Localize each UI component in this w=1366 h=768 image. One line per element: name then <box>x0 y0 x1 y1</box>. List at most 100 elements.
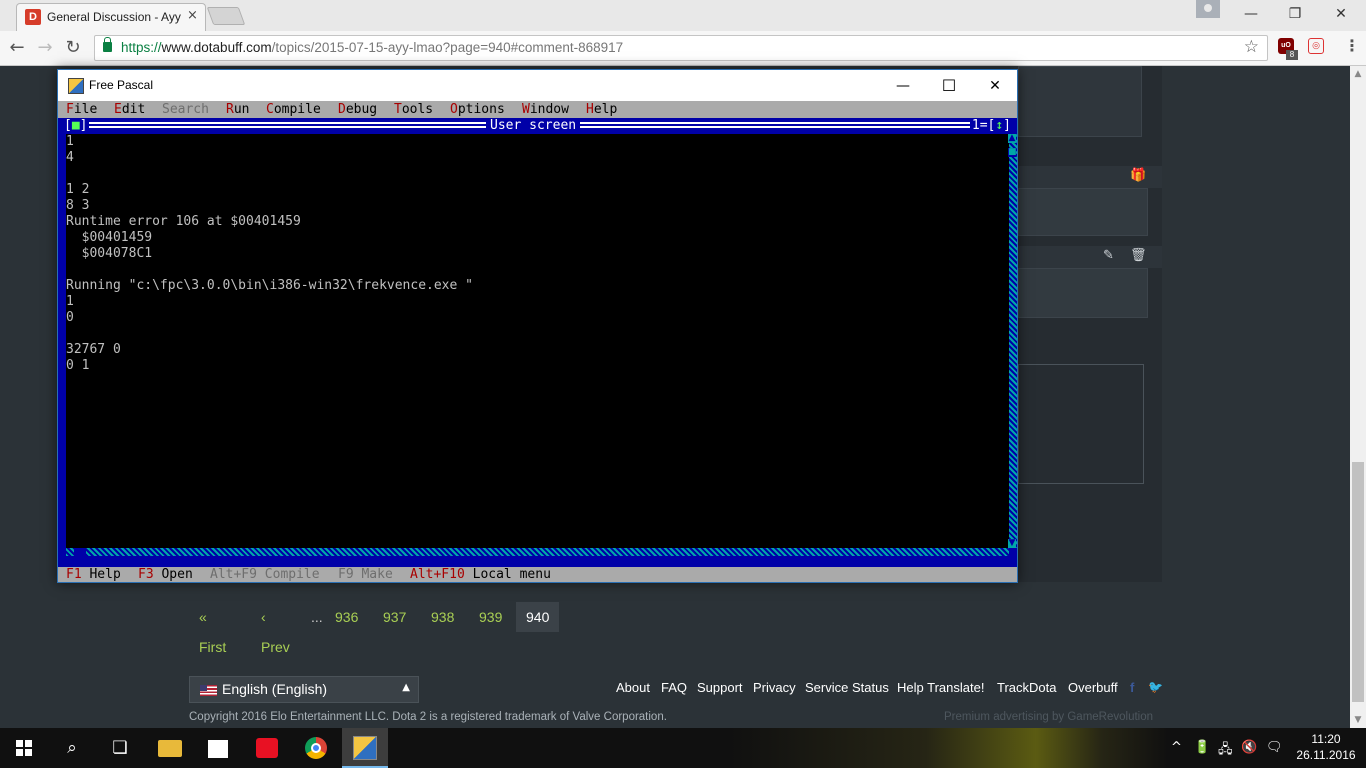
fp-scroll-up-icon[interactable]: ▲ <box>1008 134 1016 143</box>
fp-horizontal-scrollbar[interactable] <box>66 548 1009 556</box>
facebook-icon[interactable]: f <box>1130 680 1134 695</box>
fp-menu-window[interactable]: Window <box>522 102 569 118</box>
fp-maximize-button[interactable]: ☐ <box>926 74 972 98</box>
new-tab-button[interactable] <box>206 7 246 25</box>
bookmark-star-icon[interactable]: ☆ <box>1244 37 1259 57</box>
status-help[interactable]: F1 Help <box>66 567 121 583</box>
edit-icon[interactable]: ✎ <box>1103 248 1114 263</box>
language-select[interactable]: English (English) ▲ <box>189 676 419 703</box>
user-screen-output: 141 28 3 Runtime error 106 at $00401459 $… <box>66 134 1009 548</box>
clock-time: 11:20 <box>1311 732 1341 746</box>
chevron-up-icon: ▲ <box>402 682 410 693</box>
page-link-938[interactable]: 938 <box>422 602 463 632</box>
chrome-icon[interactable] <box>305 737 327 759</box>
fp-menu-debug[interactable]: Debug <box>338 102 377 118</box>
output-line: 32767 0 <box>66 342 121 357</box>
notifications-icon[interactable]: 🗨 <box>1266 740 1283 755</box>
scroll-down-arrow-icon[interactable]: ▼ <box>1350 712 1366 728</box>
page-first-link[interactable]: « First <box>190 602 235 655</box>
system-clock[interactable]: 11:20 26.11.2016 <box>1296 731 1356 763</box>
footer-link-overbuff[interactable]: Overbuff <box>1068 680 1118 695</box>
tab-title: General Discussion - Ayy <box>47 10 181 24</box>
page-scrollbar[interactable]: ▲ ▼ <box>1350 66 1366 728</box>
fp-menu-edit[interactable]: Edit <box>114 102 145 118</box>
store-icon[interactable] <box>208 740 228 758</box>
reload-button[interactable]: ↻ <box>62 37 84 59</box>
free-pascal-taskbar-icon[interactable] <box>353 736 377 760</box>
free-pascal-window: Free Pascal — ☐ ✕ File Edit Search Run C… <box>57 69 1018 583</box>
trash-icon[interactable]: 🗑 <box>1130 248 1147 263</box>
scroll-thumb[interactable] <box>1352 462 1364 702</box>
network-icon[interactable]: 🖧 <box>1218 740 1233 762</box>
status-local-menu[interactable]: Alt+F10 Local menu <box>410 567 551 583</box>
footer-link-service-status[interactable]: Service Status <box>805 680 889 695</box>
scroll-up-arrow-icon[interactable]: ▲ <box>1350 66 1366 82</box>
battery-icon[interactable]: 🔋 <box>1194 740 1210 755</box>
user-screen-frame: [■] User screen 1=[↕] <box>58 118 1017 134</box>
task-view-icon[interactable]: ❏ <box>108 736 132 760</box>
windows-start-icon[interactable] <box>16 740 32 756</box>
fp-titlebar[interactable]: Free Pascal — ☐ ✕ <box>58 70 1017 101</box>
reply-textarea[interactable] <box>1018 364 1144 484</box>
tray-chevron-up-icon[interactable]: ^ <box>1171 740 1182 755</box>
page-prev-link[interactable]: ‹ Prev <box>252 602 299 655</box>
fp-menu-search[interactable]: Search <box>162 102 209 118</box>
extension-icon[interactable]: ◎ <box>1308 38 1324 54</box>
taskbar-background <box>728 728 1168 768</box>
content-box <box>1018 66 1142 137</box>
twitter-icon[interactable]: 🐦 <box>1148 680 1163 694</box>
status-compile[interactable]: Alt+F9 Compile <box>210 567 320 583</box>
fp-menu-options[interactable]: Options <box>450 102 505 118</box>
status-make[interactable]: F9 Make <box>338 567 393 583</box>
browser-minimize-button[interactable]: — <box>1236 3 1266 25</box>
fp-window-number[interactable]: 1=[↕] <box>969 118 1013 134</box>
browser-tab[interactable]: D General Discussion - Ayy × <box>16 3 206 31</box>
footer-link-faq[interactable]: FAQ <box>661 680 687 695</box>
page-link-937[interactable]: 937 <box>374 602 415 632</box>
browser-restore-button[interactable]: ❐ <box>1280 3 1310 25</box>
volume-muted-icon[interactable]: 🔇 <box>1241 740 1257 755</box>
user-screen-title: User screen <box>486 118 581 134</box>
fp-menu-tools[interactable]: Tools <box>394 102 433 118</box>
sidebar-column <box>1018 66 1162 582</box>
tab-close-icon[interactable]: × <box>187 8 198 23</box>
file-explorer-icon[interactable] <box>158 740 182 757</box>
fp-menu-file[interactable]: File <box>66 102 97 118</box>
output-line: 0 1 <box>66 358 90 373</box>
status-open[interactable]: F3 Open <box>138 567 193 583</box>
output-line: $00401459 <box>66 230 153 245</box>
page-link-939[interactable]: 939 <box>470 602 511 632</box>
search-icon[interactable]: ⌕ <box>60 736 84 760</box>
footer-link-help-translate[interactable]: Help Translate! <box>897 680 984 695</box>
fp-minimize-button[interactable]: — <box>880 74 926 98</box>
address-bar[interactable]: https://www.dotabuff.com/topics/2015-07-… <box>94 35 1268 61</box>
browser-close-button[interactable]: ✕ <box>1326 3 1356 25</box>
fp-scroll-thumb[interactable]: ■ <box>1008 148 1017 157</box>
forward-button[interactable]: → <box>34 37 56 59</box>
fp-menu-compile[interactable]: Compile <box>266 102 321 118</box>
fp-hscroll-thumb[interactable] <box>74 548 86 556</box>
footer-link-privacy[interactable]: Privacy <box>753 680 796 695</box>
fp-statusbar: F1 Help F3 Open Alt+F9 Compile F9 Make A… <box>58 567 1017 582</box>
back-button[interactable]: ← <box>6 37 28 59</box>
footer-link-about[interactable]: About <box>616 680 650 695</box>
footer-link-support[interactable]: Support <box>697 680 743 695</box>
fp-desktop: [■] User screen 1=[↕] 141 28 3 Runtime er… <box>58 118 1017 568</box>
fp-menubar: File Edit Search Run Compile Debug Tools… <box>58 101 1017 118</box>
fp-menu-run[interactable]: Run <box>226 102 249 118</box>
fp-close-button[interactable]: ✕ <box>972 74 1018 98</box>
fp-vertical-scrollbar[interactable]: ▲ ■ ▼ <box>1008 134 1017 548</box>
gift-icon[interactable]: 🎁 <box>1130 168 1146 183</box>
footer-link-trackdota[interactable]: TrackDota <box>997 680 1056 695</box>
fp-window-close-box[interactable]: [■] <box>62 118 90 134</box>
fp-menu-help[interactable]: Help <box>586 102 617 118</box>
fp-scroll-down-icon[interactable]: ▼ <box>1008 539 1016 548</box>
copyright-text: Copyright 2016 Elo Entertainment LLC. Do… <box>189 711 667 723</box>
output-line: Runtime error 106 at $00401459 <box>66 214 301 229</box>
clock-date: 26.11.2016 <box>1296 748 1356 762</box>
profile-icon[interactable] <box>1196 0 1220 18</box>
chrome-menu-icon[interactable]: ⋮ <box>1344 36 1360 55</box>
reader-app-icon[interactable] <box>256 738 278 758</box>
page-link-936[interactable]: 936 <box>326 602 367 632</box>
